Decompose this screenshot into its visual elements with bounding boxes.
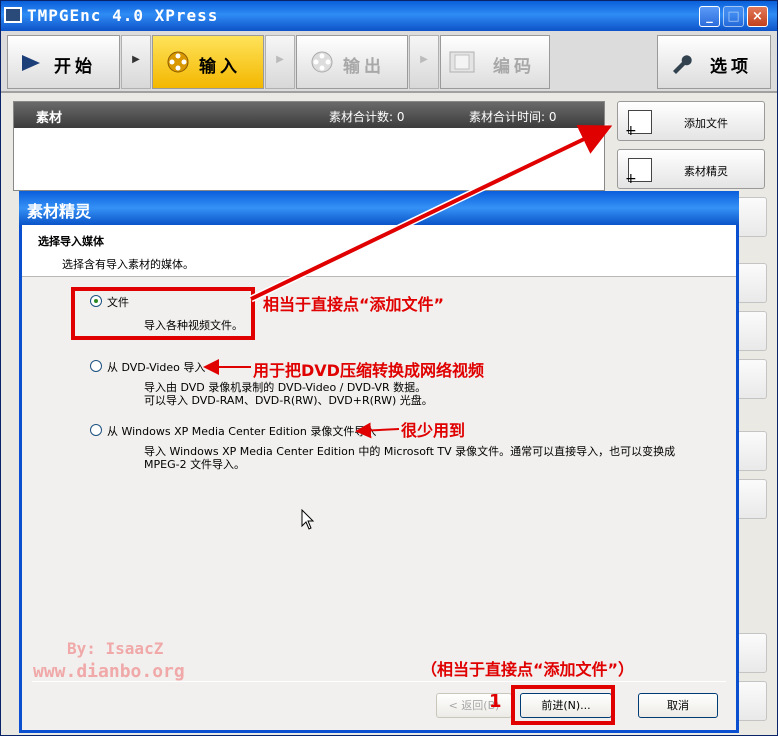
wizard-window-icon (625, 158, 652, 187)
options-button[interactable]: 选项 (657, 35, 771, 89)
input-label: 输入 (199, 57, 241, 77)
toolbar-separator: ▶ (121, 35, 151, 89)
side-button[interactable] (737, 263, 767, 303)
add-file-label: 添加文件 (684, 117, 728, 130)
main-toolbar: 开始 ▶ 输入 ▶ 输出 ▶ 编码 选项 (1, 31, 777, 93)
maximize-button[interactable]: □ (723, 6, 744, 27)
material-title: 素材 (36, 111, 63, 126)
radio-dvd[interactable] (90, 360, 102, 372)
wizard-title: 素材精灵 (27, 202, 92, 221)
minimize-button[interactable]: _ (699, 6, 720, 27)
side-button[interactable] (737, 311, 767, 351)
input-button[interactable]: 输入 (152, 35, 264, 89)
annotation-rare: 很少用到 (401, 421, 466, 440)
watermark-author: By: IsaacZ (67, 639, 164, 658)
radio-mce[interactable] (90, 424, 102, 436)
minimize-icon: _ (706, 9, 713, 24)
encode-label: 编码 (493, 57, 535, 77)
material-wizard-button[interactable]: 素材精灵 (617, 149, 765, 189)
annotation-dvd: 用于把DVD压缩转换成网络视频 (253, 361, 484, 380)
option-dvd-desc: 导入由 DVD 录像机录制的 DVD-Video / DVD-VR 数据。 可以… (144, 381, 433, 407)
option-mce-desc: 导入 Windows XP Media Center Edition 中的 Mi… (144, 445, 676, 471)
output-label: 输出 (343, 57, 385, 77)
maximize-icon: □ (727, 9, 740, 24)
wizard-subheading: 选择含有导入素材的媒体。 (62, 258, 194, 271)
material-time: 素材合计时间: 0 (469, 110, 557, 124)
window-title: TMPGEnc 4.0 XPress (27, 6, 219, 25)
side-button[interactable] (737, 359, 767, 399)
side-button[interactable] (737, 197, 767, 237)
watermark-site: www.dianbo.org (33, 661, 185, 682)
annotation-box-next (511, 685, 615, 725)
side-button[interactable] (737, 479, 767, 519)
material-count: 素材合计数: 0 (329, 110, 405, 124)
annotation-add-file: 相当于直接点“添加文件” (263, 295, 445, 314)
toolbar-separator: ▶ (265, 35, 295, 89)
start-button[interactable]: 开始 (7, 35, 120, 89)
wizard-header: 选择导入媒体 选择含有导入素材的媒体。 (22, 225, 736, 277)
wizard-title-bar: 素材精灵 (19, 191, 739, 225)
toolbar-separator: ▶ (409, 35, 439, 89)
annotation-next: （相当于直接点“添加文件”） (421, 660, 635, 679)
film-strip-icon (449, 51, 475, 73)
encode-button[interactable]: 编码 (440, 35, 550, 89)
material-panel: 素材 素材合计数: 0 素材合计时间: 0 (13, 101, 605, 191)
side-button[interactable] (737, 633, 767, 673)
cancel-button[interactable]: 取消 (638, 693, 718, 718)
film-reel-icon (167, 51, 189, 73)
wrench-icon (673, 55, 692, 74)
annotation-step-number: 1 (489, 691, 502, 712)
option-dvd-label: 从 DVD-Video 导入 (107, 361, 206, 374)
start-label: 开始 (54, 57, 96, 77)
app-window: TMPGEnc 4.0 XPress _ □ × 开始 ▶ 输入 ▶ 输出 ▶ … (0, 0, 778, 736)
film-reel-icon (311, 51, 333, 73)
wizard-heading: 选择导入媒体 (38, 235, 104, 248)
mouse-cursor-icon (301, 509, 315, 530)
side-button[interactable] (737, 681, 767, 721)
add-file-icon (625, 110, 652, 139)
material-header: 素材 素材合计数: 0 素材合计时间: 0 (14, 102, 604, 128)
options-label: 选项 (710, 57, 752, 77)
side-button[interactable] (737, 431, 767, 471)
close-button[interactable]: × (747, 6, 768, 27)
app-icon (4, 7, 22, 23)
material-wizard-label: 素材精灵 (684, 165, 728, 178)
annotation-box-file (71, 287, 255, 340)
title-bar: TMPGEnc 4.0 XPress _ □ × (1, 1, 777, 31)
close-icon: × (752, 9, 763, 24)
output-button[interactable]: 输出 (296, 35, 408, 89)
play-icon (22, 55, 40, 71)
add-file-button[interactable]: 添加文件 (617, 101, 765, 141)
option-mce-label: 从 Windows XP Media Center Edition 录像文件导入 (107, 425, 377, 438)
